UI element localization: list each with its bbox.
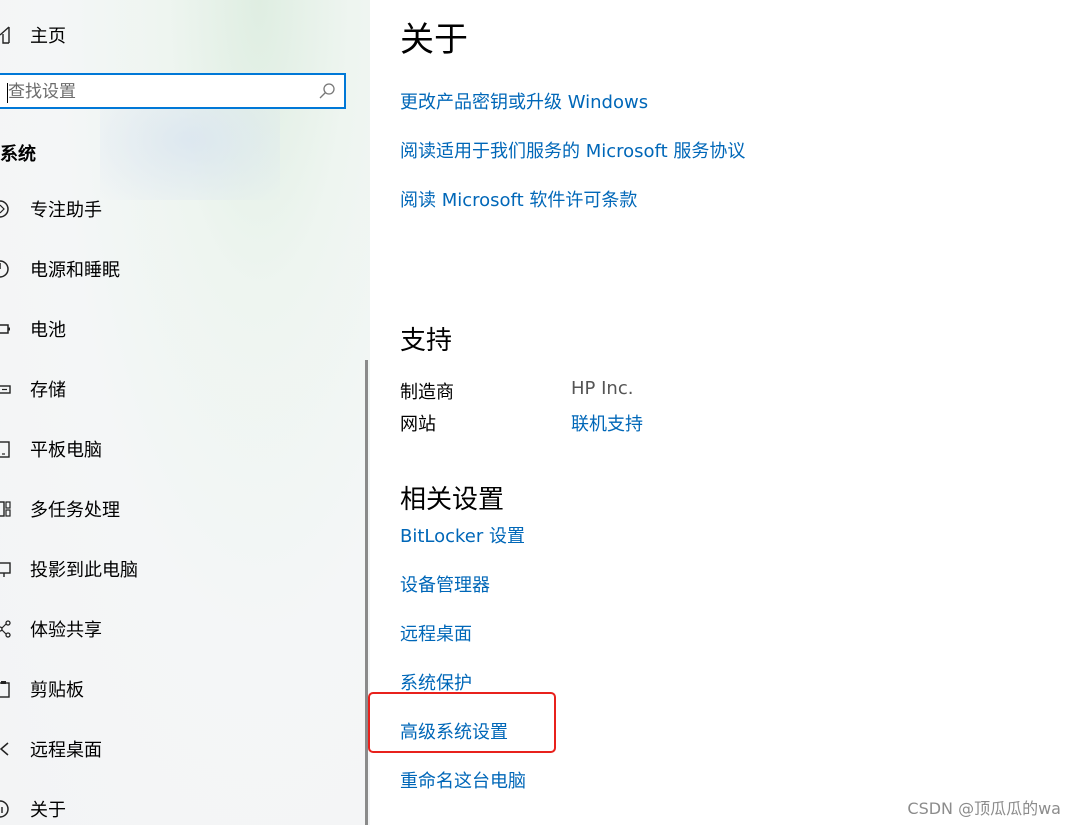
home-icon xyxy=(0,26,30,44)
device-manager-link[interactable]: 设备管理器 xyxy=(400,571,490,597)
manufacturer-label: 制造商 xyxy=(400,382,454,403)
battery-icon xyxy=(0,314,30,344)
search-field[interactable] xyxy=(0,73,346,109)
sidebar-item-remote-desktop[interactable]: 远程桌面 xyxy=(0,734,360,764)
text-caret xyxy=(7,83,8,103)
tablet-icon xyxy=(0,434,30,464)
page-title: 关于 xyxy=(400,20,468,60)
website-label: 网站 xyxy=(400,414,436,435)
sidebar-item-label: 体验共享 xyxy=(30,620,102,641)
sidebar-scrollbar[interactable] xyxy=(365,360,368,825)
online-support-link[interactable]: 联机支持 xyxy=(571,410,643,436)
sidebar-item-project[interactable]: 投影到此电脑 xyxy=(0,554,360,584)
remote-desktop-icon xyxy=(0,734,30,764)
project-icon xyxy=(0,554,30,584)
license-terms-link[interactable]: 阅读 Microsoft 软件许可条款 xyxy=(400,186,637,212)
related-settings-heading: 相关设置 xyxy=(400,485,505,515)
annotation-highlight-box xyxy=(368,692,556,753)
sidebar-item-tablet[interactable]: 平板电脑 xyxy=(0,434,360,464)
sidebar-item-label: 电池 xyxy=(30,320,66,341)
multitasking-icon xyxy=(0,494,30,524)
remote-desktop-link[interactable]: 远程桌面 xyxy=(400,620,472,646)
sidebar-item-label: 多任务处理 xyxy=(30,500,120,521)
sidebar-section-heading: 系统 xyxy=(0,144,36,165)
clipboard-icon xyxy=(0,674,30,704)
sidebar-item-clipboard[interactable]: 剪贴板 xyxy=(0,674,360,704)
sidebar-home[interactable]: 主页 xyxy=(0,22,66,48)
sidebar-item-about[interactable]: 关于 xyxy=(0,794,360,824)
sidebar-item-storage[interactable]: 存储 xyxy=(0,374,360,404)
sidebar-item-share[interactable]: 体验共享 xyxy=(0,614,360,644)
sidebar-item-label: 专注助手 xyxy=(30,200,102,221)
change-product-key-link[interactable]: 更改产品密钥或升级 Windows xyxy=(400,88,648,114)
focus-assist-icon xyxy=(0,194,30,224)
sidebar-item-label: 关于 xyxy=(30,800,66,821)
sidebar-home-label: 主页 xyxy=(30,26,66,47)
manufacturer-value: HP Inc. xyxy=(571,378,634,399)
storage-icon xyxy=(0,374,30,404)
sidebar-item-label: 存储 xyxy=(30,380,66,401)
main-content: 关于 更改产品密钥或升级 Windows 阅读适用于我们服务的 Microsof… xyxy=(368,0,1075,825)
sidebar-item-multitasking[interactable]: 多任务处理 xyxy=(0,494,360,524)
sidebar-item-label: 远程桌面 xyxy=(30,740,102,761)
sidebar-item-focus-assist[interactable]: 专注助手 xyxy=(0,194,360,224)
sidebar-item-battery[interactable]: 电池 xyxy=(0,314,360,344)
rename-pc-link[interactable]: 重命名这台电脑 xyxy=(400,767,526,793)
watermark: CSDN @顶瓜瓜的wa xyxy=(907,799,1061,818)
services-agreement-link[interactable]: 阅读适用于我们服务的 Microsoft 服务协议 xyxy=(400,137,745,163)
share-icon xyxy=(0,614,30,644)
support-heading: 支持 xyxy=(400,326,453,356)
sidebar-item-label: 剪贴板 xyxy=(30,680,84,701)
sidebar-item-label: 投影到此电脑 xyxy=(30,560,138,581)
sidebar: 主页 系统 专注助手 电源和睡眠 电池 存储 xyxy=(0,0,370,825)
sidebar-item-power-sleep[interactable]: 电源和睡眠 xyxy=(0,254,360,284)
power-sleep-icon xyxy=(0,254,30,284)
search-input[interactable] xyxy=(6,79,310,105)
search-icon[interactable] xyxy=(318,82,336,104)
sidebar-item-label: 平板电脑 xyxy=(30,440,102,461)
about-icon xyxy=(0,794,30,824)
sidebar-item-label: 电源和睡眠 xyxy=(30,260,120,281)
bitlocker-settings-link[interactable]: BitLocker 设置 xyxy=(400,522,525,548)
